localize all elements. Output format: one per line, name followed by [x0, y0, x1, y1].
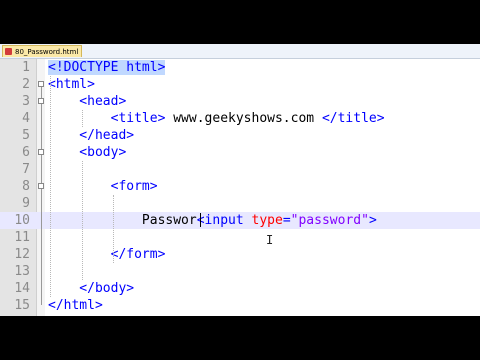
- line-number: 9: [22, 196, 30, 211]
- code-token: </html>: [48, 298, 103, 313]
- tab-title: 80_Password.html: [15, 47, 79, 56]
- code-token: </head>: [48, 128, 135, 143]
- code-line[interactable]: 8 <form>: [0, 178, 480, 195]
- fold-toggle-icon[interactable]: [38, 183, 44, 189]
- code-token: >: [368, 213, 377, 228]
- html-file-icon: [5, 48, 12, 55]
- line-number: 2: [22, 77, 30, 92]
- code-text: </form>: [48, 246, 166, 263]
- code-text: <title> www.geekyshows.com </title>: [48, 110, 385, 127]
- code-line[interactable]: 14 </body>: [0, 280, 480, 297]
- text-caret: [200, 213, 201, 227]
- fold-toggle-icon[interactable]: [38, 98, 44, 104]
- indent-guide: [50, 76, 51, 297]
- code-text: <!DOCTYPE html>: [48, 59, 166, 76]
- code-line[interactable]: 3 <head>: [0, 93, 480, 110]
- code-editor[interactable]: 1 <!DOCTYPE html> 2 <html> 3 <head> 4 <title>…: [0, 59, 480, 316]
- code-line[interactable]: 12 </form>: [0, 246, 480, 263]
- indent-guide: [82, 161, 83, 280]
- code-text: <body>: [48, 144, 126, 161]
- line-number: 13: [14, 264, 30, 279]
- code-token: </body>: [48, 281, 135, 296]
- code-text: <form>: [48, 178, 158, 195]
- code-token: type: [251, 213, 283, 228]
- code-token: <head>: [48, 94, 127, 109]
- tab-file[interactable]: 80_Password.html: [2, 45, 82, 57]
- line-number: 3: [22, 94, 30, 109]
- line-number: 8: [22, 179, 30, 194]
- code-token: Passwor: [48, 213, 197, 228]
- code-token: www.geekyshows.com: [165, 111, 322, 126]
- line-number: 14: [14, 281, 30, 296]
- code-line[interactable]: 6 <body>: [0, 144, 480, 161]
- code-line[interactable]: 9: [0, 195, 480, 212]
- line-number: 12: [14, 247, 30, 262]
- code-line[interactable]: 15 </html>: [0, 297, 480, 314]
- code-token: <body>: [48, 145, 127, 160]
- code-line[interactable]: 1 <!DOCTYPE html>: [0, 59, 480, 76]
- line-number: 7: [22, 162, 30, 177]
- code-text: </html>: [48, 297, 103, 314]
- line-number: 5: [22, 128, 30, 143]
- line-number: 11: [14, 230, 30, 245]
- editor-window: 80_Password.html 1 <!DOCTYPE html> 2 <html>…: [0, 44, 480, 316]
- code-token: <html>: [48, 77, 95, 92]
- line-number: 15: [14, 298, 30, 313]
- code-line[interactable]: 7: [0, 161, 480, 178]
- code-line[interactable]: 13: [0, 263, 480, 280]
- code-line[interactable]: 11: [0, 229, 480, 246]
- code-line[interactable]: 5 </head>: [0, 127, 480, 144]
- code-token: </title>: [321, 111, 385, 126]
- line-number: 4: [22, 111, 30, 126]
- code-text: <head>: [48, 93, 126, 110]
- mouse-ibeam-cursor-icon: I: [266, 233, 274, 247]
- code-token: <!DOCTYPE html>: [48, 60, 166, 75]
- code-token: <form>: [48, 179, 158, 194]
- indent-guide: [113, 195, 114, 263]
- code-token: <title>: [48, 111, 166, 126]
- line-number: 10: [14, 213, 30, 228]
- code-text: Passwor<input type="password">: [48, 212, 377, 229]
- fold-line: [41, 87, 42, 305]
- tab-bar: 80_Password.html: [0, 44, 480, 59]
- code-token: </form>: [48, 247, 166, 262]
- code-line[interactable]: 10 Passwor<input type="password">: [0, 212, 480, 229]
- line-number: 6: [22, 145, 30, 160]
- indent-guide: [82, 110, 83, 127]
- code-token: =: [282, 213, 291, 228]
- fold-toggle-icon[interactable]: [38, 149, 44, 155]
- code-text: </body>: [48, 280, 134, 297]
- code-text: <html>: [48, 76, 95, 93]
- code-line[interactable]: 2 <html>: [0, 76, 480, 93]
- code-line[interactable]: 4 <title> www.geekyshows.com </title>: [0, 110, 480, 127]
- code-token: <input: [196, 213, 252, 228]
- code-text: </head>: [48, 127, 134, 144]
- code-token: "password": [290, 213, 369, 228]
- line-number: 1: [22, 60, 30, 75]
